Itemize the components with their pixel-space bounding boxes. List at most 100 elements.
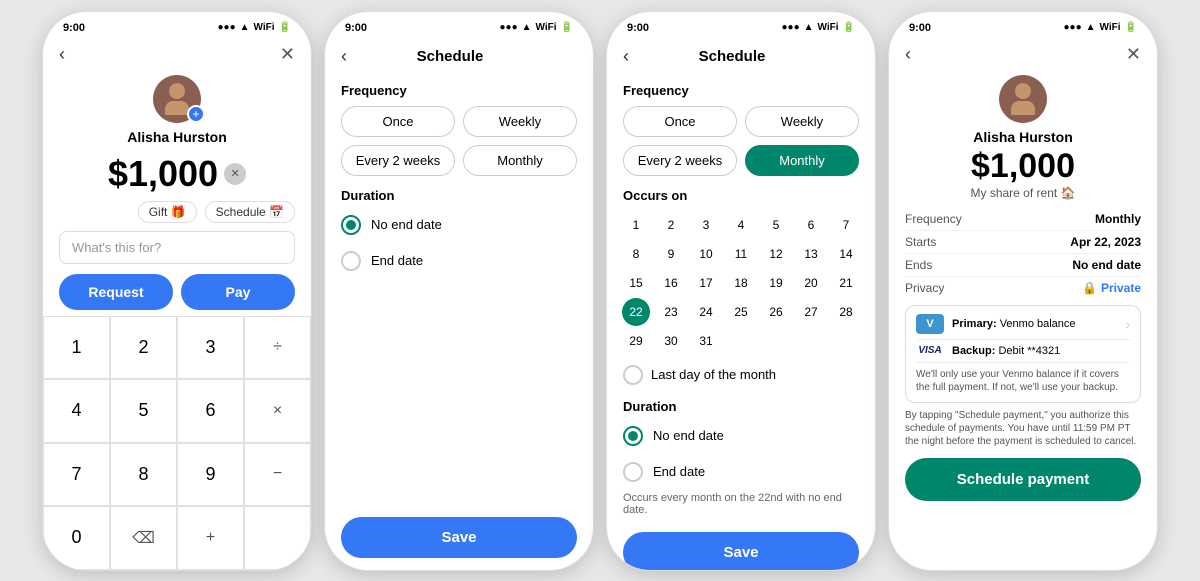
cal-day-26[interactable]: 26 <box>762 298 790 326</box>
cal-day-14[interactable]: 14 <box>832 240 860 268</box>
freq-weekly-s2[interactable]: Weekly <box>463 106 577 137</box>
cal-day-1[interactable]: 1 <box>622 211 650 239</box>
cal-day-23[interactable]: 23 <box>657 298 685 326</box>
close-icon-s4[interactable]: ✕ <box>1126 44 1141 65</box>
cal-day-30[interactable]: 30 <box>657 327 685 355</box>
cal-day-22-selected[interactable]: 22 <box>622 298 650 326</box>
numpad-7[interactable]: 7 <box>43 443 110 507</box>
cal-day-13[interactable]: 13 <box>797 240 825 268</box>
time-4: 9:00 <box>909 22 931 34</box>
numpad-plus[interactable]: + <box>177 506 244 570</box>
numpad-divide[interactable]: ÷ <box>244 316 311 380</box>
cal-day-3[interactable]: 3 <box>692 211 720 239</box>
radio-no-end-s3 <box>623 426 643 446</box>
cal-day-9[interactable]: 9 <box>657 240 685 268</box>
save-wrap-s3: Save <box>607 520 875 570</box>
save-button-s3[interactable]: Save <box>623 532 859 570</box>
s4-details: Frequency Monthly Starts Apr 22, 2023 En… <box>889 208 1157 501</box>
numpad-4[interactable]: 4 <box>43 379 110 443</box>
privacy-label: Privacy <box>905 281 944 295</box>
pm-primary-row: V Primary: Venmo balance › <box>916 314 1130 334</box>
schedule-tag[interactable]: Schedule 📅 <box>205 201 295 223</box>
note-input[interactable]: What's this for? <box>59 231 295 264</box>
cal-day-6[interactable]: 6 <box>797 211 825 239</box>
cal-day-7[interactable]: 7 <box>832 211 860 239</box>
duration-no-end-s2[interactable]: No end date <box>325 207 593 243</box>
cal-day-11[interactable]: 11 <box>727 240 755 268</box>
payment-method-box[interactable]: V Primary: Venmo balance › VISA Backup: … <box>905 305 1141 403</box>
ends-label-s4: Ends <box>905 258 932 272</box>
request-button[interactable]: Request <box>59 274 173 310</box>
numpad-1[interactable]: 1 <box>43 316 110 380</box>
close-icon[interactable]: ✕ <box>280 44 295 65</box>
freq-once-s2[interactable]: Once <box>341 106 455 137</box>
time-2: 9:00 <box>345 22 367 34</box>
cal-day-2[interactable]: 2 <box>657 211 685 239</box>
gift-tag[interactable]: Gift 🎁 <box>138 201 197 223</box>
status-icons-3: ●●● ▲ WiFi 🔋 <box>782 22 856 33</box>
cal-day-31[interactable]: 31 <box>692 327 720 355</box>
pm-primary-left: V Primary: Venmo balance <box>916 314 1076 334</box>
freq-once-s3[interactable]: Once <box>623 106 737 137</box>
pm-backup-row: VISA Backup: Debit **4321 <box>916 345 1130 357</box>
cal-day-29[interactable]: 29 <box>622 327 650 355</box>
cal-day-28[interactable]: 28 <box>832 298 860 326</box>
cal-day-5[interactable]: 5 <box>762 211 790 239</box>
starts-value-s4: Apr 22, 2023 <box>1070 235 1141 249</box>
schedule-payment-button[interactable]: Schedule payment <box>905 458 1141 501</box>
save-button-s2[interactable]: Save <box>341 517 577 558</box>
numpad-backspace[interactable]: ⌫ <box>110 506 177 570</box>
numpad: 1 2 3 ÷ 4 5 6 × 7 8 9 − 0 ⌫ + <box>43 316 311 570</box>
add-contact-icon[interactable]: + <box>187 105 205 123</box>
cal-day-24[interactable]: 24 <box>692 298 720 326</box>
no-end-label-s2: No end date <box>371 217 442 232</box>
schedule1-title: Schedule <box>347 48 553 65</box>
pay-button[interactable]: Pay <box>181 274 295 310</box>
cal-day-21[interactable]: 21 <box>832 269 860 297</box>
last-day-row[interactable]: Last day of the month <box>607 359 875 391</box>
numpad-multiply[interactable]: × <box>244 379 311 443</box>
duration-no-end-s3[interactable]: No end date <box>607 418 875 454</box>
freq-every2weeks-s3[interactable]: Every 2 weeks <box>623 145 737 176</box>
numpad-minus[interactable]: − <box>244 443 311 507</box>
back-button-s4[interactable]: ‹ <box>905 44 911 65</box>
freq-monthly-s3[interactable]: Monthly <box>745 145 859 176</box>
cal-day-8[interactable]: 8 <box>622 240 650 268</box>
cal-day-17[interactable]: 17 <box>692 269 720 297</box>
phone-schedule2: 9:00 ●●● ▲ WiFi 🔋 ‹ Schedule Frequency O… <box>606 11 876 571</box>
numpad-2[interactable]: 2 <box>110 316 177 380</box>
cal-day-27[interactable]: 27 <box>797 298 825 326</box>
back-icon[interactable]: ‹ <box>59 44 65 65</box>
status-bar-3: 9:00 ●●● ▲ WiFi 🔋 <box>607 12 875 38</box>
cal-day-19[interactable]: 19 <box>762 269 790 297</box>
duration-end-date-s2[interactable]: End date <box>325 243 593 279</box>
cal-day-25[interactable]: 25 <box>727 298 755 326</box>
cal-day-15[interactable]: 15 <box>622 269 650 297</box>
last-day-label: Last day of the month <box>651 367 776 382</box>
cal-day-16[interactable]: 16 <box>657 269 685 297</box>
numpad-3[interactable]: 3 <box>177 316 244 380</box>
cal-day-18[interactable]: 18 <box>727 269 755 297</box>
s4-user-name: Alisha Hurston <box>973 129 1073 145</box>
duration-end-date-s3[interactable]: End date <box>607 454 875 490</box>
schedule2-title: Schedule <box>629 48 835 65</box>
save-wrap-s2: Save <box>325 505 593 570</box>
numpad-5[interactable]: 5 <box>110 379 177 443</box>
numpad-0[interactable]: 0 <box>43 506 110 570</box>
cal-day-12[interactable]: 12 <box>762 240 790 268</box>
frequency-label-s3: Frequency <box>607 75 875 102</box>
numpad-6[interactable]: 6 <box>177 379 244 443</box>
cal-day-20[interactable]: 20 <box>797 269 825 297</box>
legal-text: By tapping "Schedule payment," you autho… <box>905 409 1141 448</box>
numpad-9[interactable]: 9 <box>177 443 244 507</box>
cal-day-10[interactable]: 10 <box>692 240 720 268</box>
clear-amount-button[interactable]: ✕ <box>224 163 246 185</box>
freq-monthly-s2[interactable]: Monthly <box>463 145 577 176</box>
numpad-8[interactable]: 8 <box>110 443 177 507</box>
starts-label-s4: Starts <box>905 235 936 249</box>
freq-every2weeks-s2[interactable]: Every 2 weeks <box>341 145 455 176</box>
cal-day-4[interactable]: 4 <box>727 211 755 239</box>
radio-last-day <box>623 365 643 385</box>
freq-weekly-s3[interactable]: Weekly <box>745 106 859 137</box>
pm-primary-text: Primary: Venmo balance <box>952 318 1076 330</box>
